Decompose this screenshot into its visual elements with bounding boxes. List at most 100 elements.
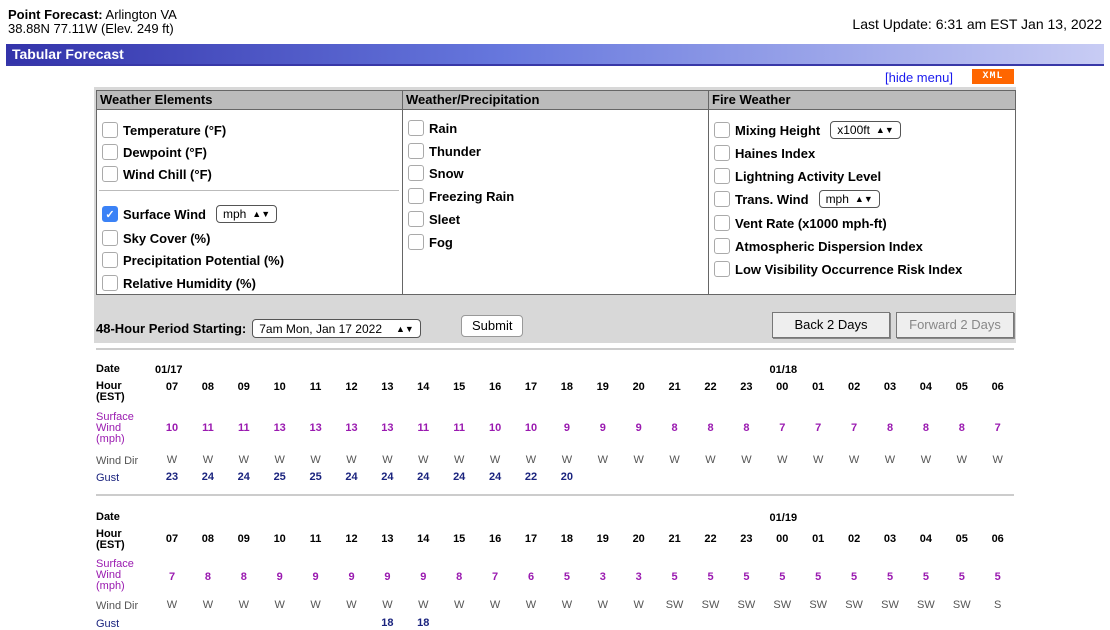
option-freezing-rain[interactable]: Freezing Rain	[408, 187, 514, 205]
checkbox[interactable]	[714, 215, 730, 231]
wind-dir-row-label: Wind Dir	[96, 455, 139, 467]
wind-label-line: (mph)	[96, 433, 125, 445]
wind-dir-row-label: Wind Dir	[96, 600, 139, 612]
checkbox[interactable]	[714, 145, 730, 161]
option-mixing-height[interactable]: Mixing Height x100ft ▲▼	[714, 121, 901, 139]
surface-wind-cell: 8	[456, 571, 463, 583]
hour-cell: 18	[560, 533, 574, 545]
trans-wind-unit-select[interactable]: mph ▲▼	[818, 190, 880, 208]
option-temperature[interactable]: Temperature (°F)	[102, 121, 226, 139]
hour-cell: 15	[453, 381, 466, 393]
option-sky-cover[interactable]: Sky Cover (%)	[102, 229, 210, 247]
col-heading-fire-weather: Fire Weather	[709, 91, 1015, 110]
gust-cell: 24	[201, 471, 215, 483]
surface-wind-cell: 5	[671, 571, 678, 583]
checkbox[interactable]	[714, 122, 730, 138]
hour-cell: 01	[812, 381, 825, 393]
option-low-visibility-risk[interactable]: Low Visibility Occurrence Risk Index	[714, 260, 962, 278]
option-rain[interactable]: Rain	[408, 119, 457, 137]
checkbox[interactable]	[408, 165, 424, 181]
mixing-height-unit-select[interactable]: x100ft ▲▼	[830, 121, 901, 139]
hour-cell: 23	[740, 381, 753, 393]
surface-wind-cell: 8	[671, 422, 678, 434]
checkbox[interactable]	[102, 144, 118, 160]
options-menu: Weather Elements Temperature (°F) Dewpoi…	[94, 87, 1016, 343]
back-2-days-button[interactable]: Back 2 Days	[772, 312, 890, 338]
surface-wind-cell: 7	[779, 422, 786, 434]
surface-wind-cell: 11	[202, 422, 214, 434]
option-relative-humidity[interactable]: Relative Humidity (%)	[102, 274, 256, 292]
gust-cell: 24	[488, 471, 502, 483]
checkbox[interactable]	[408, 211, 424, 227]
wind-dir-cell: SW	[737, 599, 756, 611]
wind-dir-cell: W	[453, 454, 465, 466]
checkbox[interactable]	[408, 234, 424, 250]
checkbox[interactable]	[714, 168, 730, 184]
hide-menu-link[interactable]: [hide menu]	[885, 70, 953, 85]
wind-dir-cell: W	[202, 454, 214, 466]
wind-dir-cell: SW	[952, 599, 971, 611]
hour-cell: 00	[776, 533, 789, 545]
checkbox[interactable]	[714, 191, 730, 207]
hour-cell: 04	[919, 533, 933, 545]
wind-dir-cell: W	[310, 599, 321, 611]
checkbox[interactable]	[408, 120, 424, 136]
xml-badge[interactable]: XML	[972, 69, 1014, 84]
checkbox[interactable]	[714, 261, 730, 277]
hour-cell: 23	[740, 533, 753, 545]
wind-dir-cell: W	[453, 599, 465, 611]
weather-elements-column: Weather Elements Temperature (°F) Dewpoi…	[96, 90, 404, 295]
option-precip-potential[interactable]: Precipitation Potential (%)	[102, 251, 284, 269]
checkbox[interactable]	[102, 166, 118, 182]
forward-2-days-button[interactable]: Forward 2 Days	[896, 312, 1014, 338]
option-dewpoint[interactable]: Dewpoint (°F)	[102, 143, 207, 161]
option-dispersion-index[interactable]: Atmospheric Dispersion Index	[714, 237, 923, 255]
checkbox[interactable]	[102, 252, 118, 268]
surface-wind-cell: 8	[958, 422, 965, 434]
option-fog[interactable]: Fog	[408, 233, 453, 251]
surface-wind-cell: 10	[165, 422, 179, 434]
wind-dir-cell: W	[202, 599, 214, 611]
surface-wind-unit-select[interactable]: mph ▲▼	[215, 205, 278, 223]
surface-wind-cell: 5	[563, 571, 570, 583]
checkbox-checked[interactable]: ✓	[102, 206, 118, 222]
hour-cell: 02	[847, 381, 861, 393]
date-cell: 01/17	[155, 364, 183, 376]
checkbox[interactable]	[408, 143, 424, 159]
wind-dir-cell: W	[310, 454, 321, 466]
checkbox[interactable]	[408, 188, 424, 204]
submit-button[interactable]: Submit	[461, 315, 524, 337]
option-lightning-activity[interactable]: Lightning Activity Level	[714, 167, 881, 185]
surface-wind-cell: 9	[420, 571, 427, 583]
wind-dir-cell: SW	[701, 599, 720, 611]
option-snow[interactable]: Snow	[408, 164, 464, 182]
surface-wind-cell: 5	[743, 571, 750, 583]
checkbox[interactable]	[102, 230, 118, 246]
hour-row-label: Hour (EST)	[96, 381, 125, 403]
hour-cell: 07	[165, 381, 179, 393]
hour-cell: 15	[453, 533, 466, 545]
checkbox[interactable]	[714, 238, 730, 254]
checkbox[interactable]	[102, 122, 118, 138]
period-select[interactable]: 7am Mon, Jan 17 2022 ▲▼	[252, 319, 421, 338]
wind-dir-cell: W	[346, 454, 357, 466]
option-thunder[interactable]: Thunder	[408, 142, 481, 160]
gust-cell: 24	[381, 471, 394, 483]
option-trans-wind[interactable]: Trans. Wind mph ▲▼	[714, 190, 880, 208]
hour-cell: 05	[955, 533, 968, 545]
option-vent-rate[interactable]: Vent Rate (x1000 mph-ft)	[714, 214, 887, 232]
option-sleet[interactable]: Sleet	[408, 210, 460, 228]
wind-dir-cell: W	[418, 454, 429, 466]
date-row-label: Date	[96, 363, 120, 375]
chevron-updown-icon: ▲▼	[396, 323, 414, 334]
gust-cell: 18	[417, 617, 430, 629]
option-surface-wind[interactable]: ✓ Surface Wind mph ▲▼	[102, 205, 278, 223]
gust-row-label: Gust	[96, 472, 120, 484]
wind-dir-cell: W	[525, 599, 537, 611]
wind-dir-cell: W	[777, 454, 788, 466]
hour-cell: 13	[381, 533, 394, 545]
checkbox[interactable]	[102, 275, 118, 291]
option-wind-chill[interactable]: Wind Chill (°F)	[102, 165, 212, 183]
gust-cell: 24	[453, 471, 466, 483]
option-haines-index[interactable]: Haines Index	[714, 144, 815, 162]
